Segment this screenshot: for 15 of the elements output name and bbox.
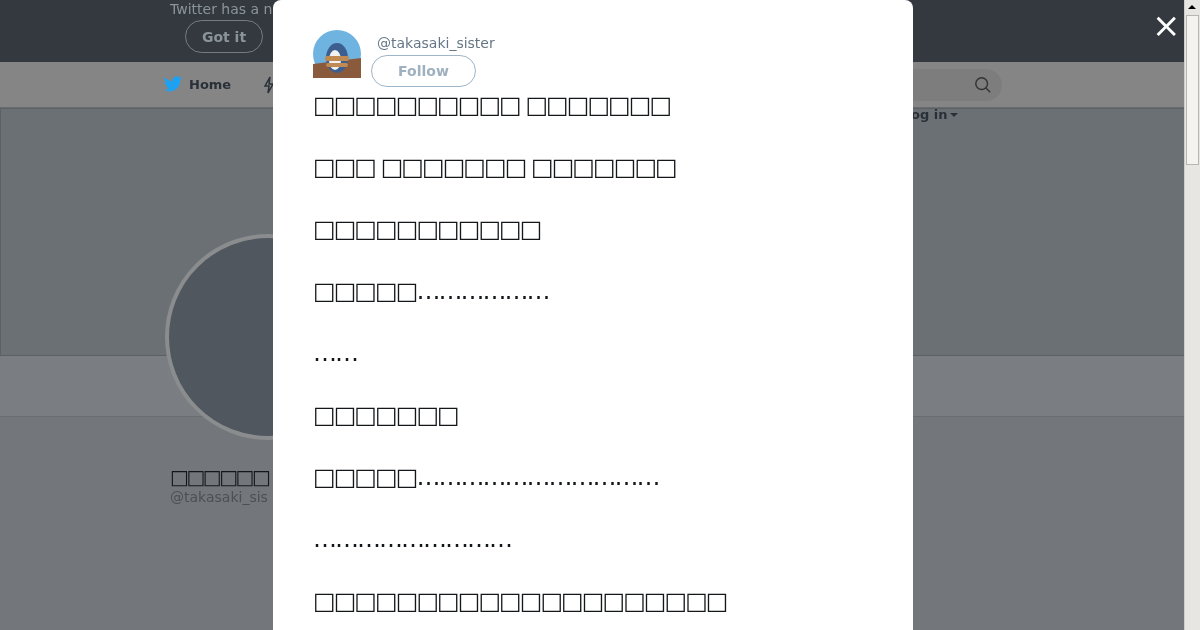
tweet-text-line: ……………………… xyxy=(313,524,511,555)
tweet-text-line: □□□□□……………… xyxy=(313,276,549,307)
home-link[interactable]: Home xyxy=(163,76,232,93)
profile-name: □□□□□□ xyxy=(170,465,269,489)
tweet-text-line: □□□□□□□ xyxy=(313,400,458,431)
follow-button[interactable]: Follow xyxy=(371,55,476,87)
tweet-text-line: □□□ □□□□□□□ □□□□□□□ xyxy=(313,152,676,183)
notice-text: Twitter has a n xyxy=(170,1,273,17)
tweet-text-line: □□□□□□□□□□ □□□□□□□ xyxy=(313,90,671,121)
tweet-text-line: □□□□□…………………………… xyxy=(313,462,659,493)
tweet-text-line: □□□□□□□□□□□□□□□□□□□□ xyxy=(313,586,727,617)
user-handle[interactable]: @takasaki_sister xyxy=(377,35,495,51)
close-button[interactable]: × xyxy=(1152,8,1180,42)
tweet-text-line: …… xyxy=(313,338,357,369)
tweet-text-line: □□□□□□□□□□□ xyxy=(313,214,541,245)
